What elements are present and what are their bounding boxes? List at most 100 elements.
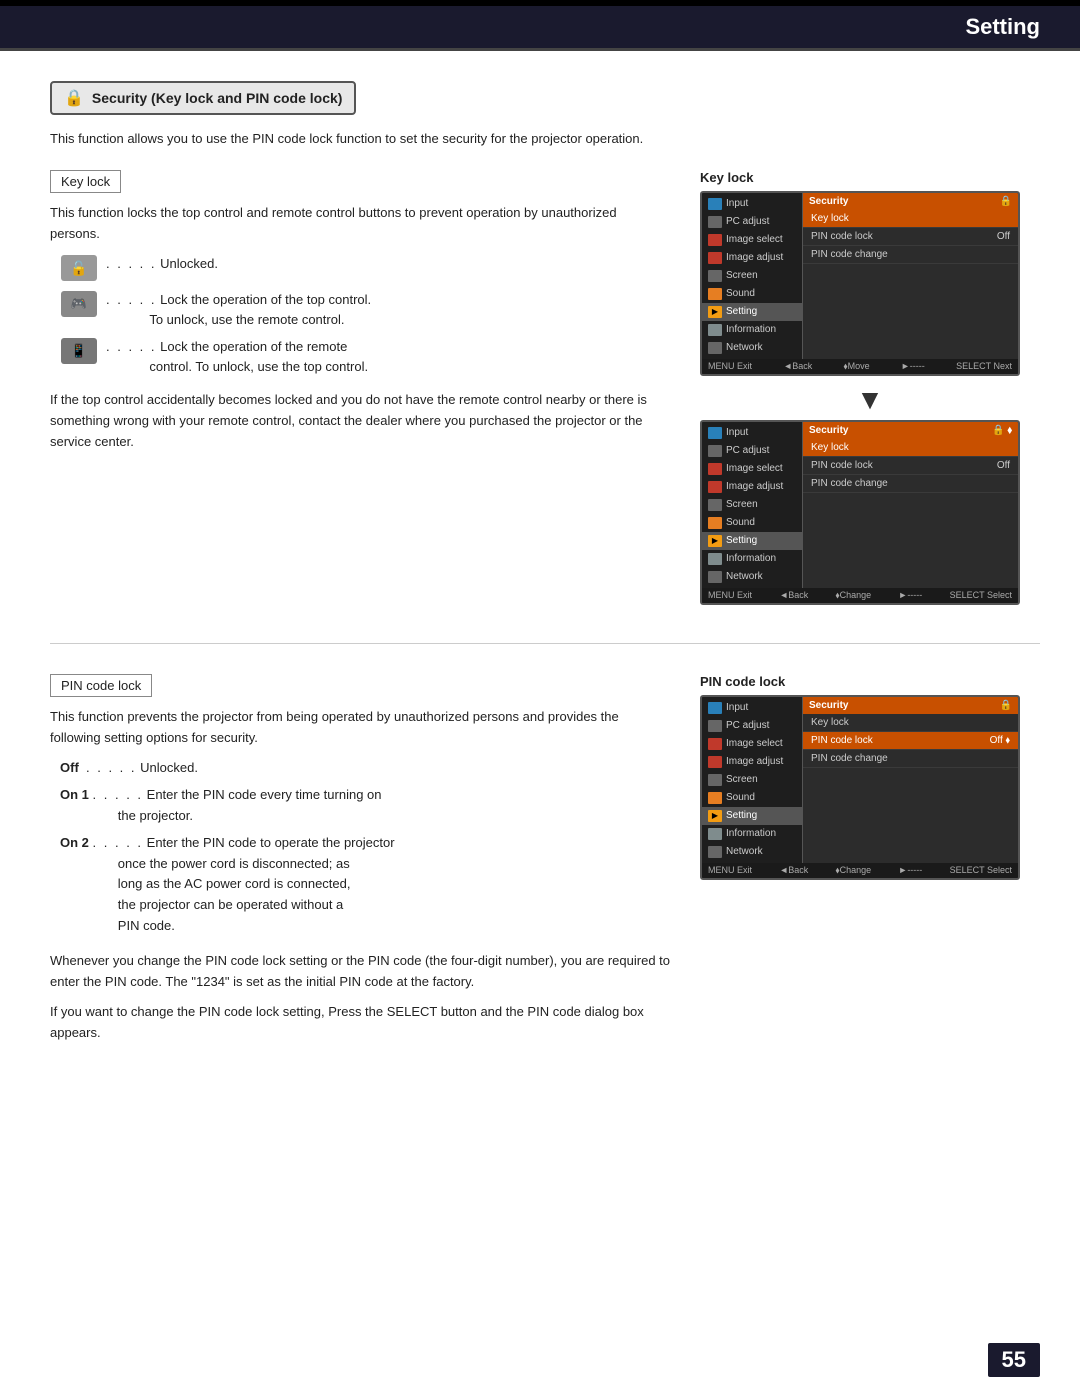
- sidebar2-information: Information: [702, 550, 802, 568]
- sidebar-item-information: Information: [702, 321, 802, 339]
- s3-sound-icon: [708, 792, 722, 804]
- s2-pcadjust-icon: [708, 445, 722, 457]
- projector-screen-1: Input PC adjust Image select Image: [700, 191, 1020, 376]
- s3-input-icon: [708, 702, 722, 714]
- s2-information-icon: [708, 553, 722, 565]
- pin-note2: If you want to change the PIN code lock …: [50, 1002, 670, 1044]
- sidebar2-setting: ▶ Setting: [702, 532, 802, 550]
- unlocked-desc: . . . . . Unlocked.: [106, 254, 218, 274]
- panel3-pinchange: PIN code change: [803, 750, 1018, 768]
- proj-bottom-2: MENU Exit ◄Back ⬧Change ►----- SELECT Se…: [702, 588, 1018, 603]
- proj-panel-header-1: Security 🔒: [803, 193, 1018, 210]
- panel3-pinlock: PIN code lock Off ⬧: [803, 732, 1018, 750]
- projector-screen-3: Input PC adjust Image select Image: [700, 695, 1020, 880]
- sidebar-item-screen: Screen: [702, 267, 802, 285]
- panel2-keylock: Key lock: [803, 439, 1018, 457]
- s2-imageadjust-icon: [708, 481, 722, 493]
- proj-panel-2: Security 🔒 ⬧ Key lock PIN code lock Off: [802, 422, 1018, 588]
- top-lock-desc: . . . . . Lock the operation of the top …: [106, 290, 371, 329]
- proj-panel-header-2: Security 🔒 ⬧: [803, 422, 1018, 439]
- proj-body-3: Input PC adjust Image select Image: [702, 697, 1018, 863]
- key-lock-section: Key lock This function locks the top con…: [50, 170, 1040, 613]
- sidebar-item-network: Network: [702, 339, 802, 357]
- sound-icon: [708, 288, 722, 300]
- page-title: Setting: [965, 14, 1040, 39]
- s3-pcadjust-icon: [708, 720, 722, 732]
- list-item: 📱 . . . . . Lock the operation of the re…: [60, 337, 670, 376]
- sidebar3-input: Input: [702, 699, 802, 717]
- main-content: 🔒 Security (Key lock and PIN code lock) …: [0, 51, 1080, 1124]
- s2-setting-icon: ▶: [708, 535, 722, 547]
- sidebar2-network: Network: [702, 568, 802, 586]
- s3-imageselect-icon: [708, 738, 722, 750]
- proj-sidebar-3: Input PC adjust Image select Image: [702, 697, 802, 863]
- remote-lock-icon: 📱: [61, 338, 97, 364]
- proj-panel-header-3: Security 🔒: [803, 697, 1018, 714]
- input-icon: [708, 198, 722, 210]
- pin-option-on1: On 1 . . . . . Enter the PIN code every …: [60, 785, 670, 827]
- screen-icon: [708, 270, 722, 282]
- sidebar2-imageadjust: Image adjust: [702, 478, 802, 496]
- pin-option-on2: On 2 . . . . . Enter the PIN code to ope…: [60, 833, 670, 937]
- top-lock-icon: 🎮: [61, 291, 97, 317]
- pcadjust-icon: [708, 216, 722, 228]
- key-lock-box: Key lock: [50, 170, 121, 193]
- panel-item-pinlock: PIN code lock Off: [803, 228, 1018, 246]
- pin-screenshot-label: PIN code lock: [700, 674, 1040, 689]
- pin-option-off: Off . . . . . Unlocked.: [60, 758, 670, 779]
- sidebar3-screen: Screen: [702, 771, 802, 789]
- security-title: Security (Key lock and PIN code lock): [92, 90, 343, 106]
- sidebar3-setting: ▶ Setting: [702, 807, 802, 825]
- screenshot-label-1: Key lock: [700, 170, 1040, 185]
- proj-sidebar-1: Input PC adjust Image select Image: [702, 193, 802, 359]
- unlocked-icon-placeholder: 🔓: [60, 254, 98, 282]
- s2-imageselect-icon: [708, 463, 722, 475]
- s3-information-icon: [708, 828, 722, 840]
- sidebar3-sound: Sound: [702, 789, 802, 807]
- panel-item-pinchange: PIN code change: [803, 246, 1018, 264]
- key-lock-desc: This function locks the top control and …: [50, 203, 670, 245]
- sidebar2-screen: Screen: [702, 496, 802, 514]
- proj-bottom-3: MENU Exit ◄Back ⬧Change ►----- SELECT Se…: [702, 863, 1018, 878]
- s2-sound-icon: [708, 517, 722, 529]
- proj-panel-1: Security 🔒 Key lock PIN code lock Off: [802, 193, 1018, 359]
- pin-left: PIN code lock This function prevents the…: [50, 674, 670, 1054]
- imageselect-icon: [708, 234, 722, 246]
- information-icon: [708, 324, 722, 336]
- network-icon: [708, 342, 722, 354]
- proj-bottom-1: MENU Exit ◄Back ⬧Move ►----- SELECT Next: [702, 359, 1018, 374]
- s3-screen-icon: [708, 774, 722, 786]
- proj-panel-3: Security 🔒 Key lock PIN code lock Off ⬧: [802, 697, 1018, 863]
- sidebar2-sound: Sound: [702, 514, 802, 532]
- security-section: 🔒 Security (Key lock and PIN code lock) …: [50, 81, 1040, 150]
- s2-screen-icon: [708, 499, 722, 511]
- pin-code-label: PIN code lock: [61, 678, 141, 693]
- setting-icon: ▶: [708, 306, 722, 318]
- pin-options: Off . . . . . Unlocked. On 1 . . . . . E…: [60, 758, 670, 936]
- unlocked-icon: 🔓: [61, 255, 97, 281]
- sidebar-item-input: Input: [702, 195, 802, 213]
- section-divider: [50, 643, 1040, 644]
- sidebar3-network: Network: [702, 843, 802, 861]
- key-lock-icon-list: 🔓 . . . . . Unlocked. 🎮 . . . . . Lock t…: [60, 254, 670, 376]
- s2-input-icon: [708, 427, 722, 439]
- page-header: Setting: [0, 6, 1080, 51]
- page-number: 55: [988, 1343, 1040, 1377]
- pin-code-section: PIN code lock This function prevents the…: [50, 674, 1040, 1054]
- sidebar2-pcadjust: PC adjust: [702, 442, 802, 460]
- s3-network-icon: [708, 846, 722, 858]
- key-lock-left: Key lock This function locks the top con…: [50, 170, 670, 613]
- panel3-keylock: Key lock: [803, 714, 1018, 732]
- sidebar-item-setting: ▶ Setting: [702, 303, 802, 321]
- key-lock-screenshots: Key lock Input PC adjust: [700, 170, 1040, 613]
- pin-code-box: PIN code lock: [50, 674, 152, 697]
- arrow-down: ▼: [700, 384, 1040, 416]
- sidebar-item-imageselect: Image select: [702, 231, 802, 249]
- sidebar2-input: Input: [702, 424, 802, 442]
- sidebar3-pcadjust: PC adjust: [702, 717, 802, 735]
- s2-network-icon: [708, 571, 722, 583]
- sidebar3-imageadjust: Image adjust: [702, 753, 802, 771]
- s3-imageadjust-icon: [708, 756, 722, 768]
- key-lock-label: Key lock: [61, 174, 110, 189]
- top-lock-icon-placeholder: 🎮: [60, 290, 98, 318]
